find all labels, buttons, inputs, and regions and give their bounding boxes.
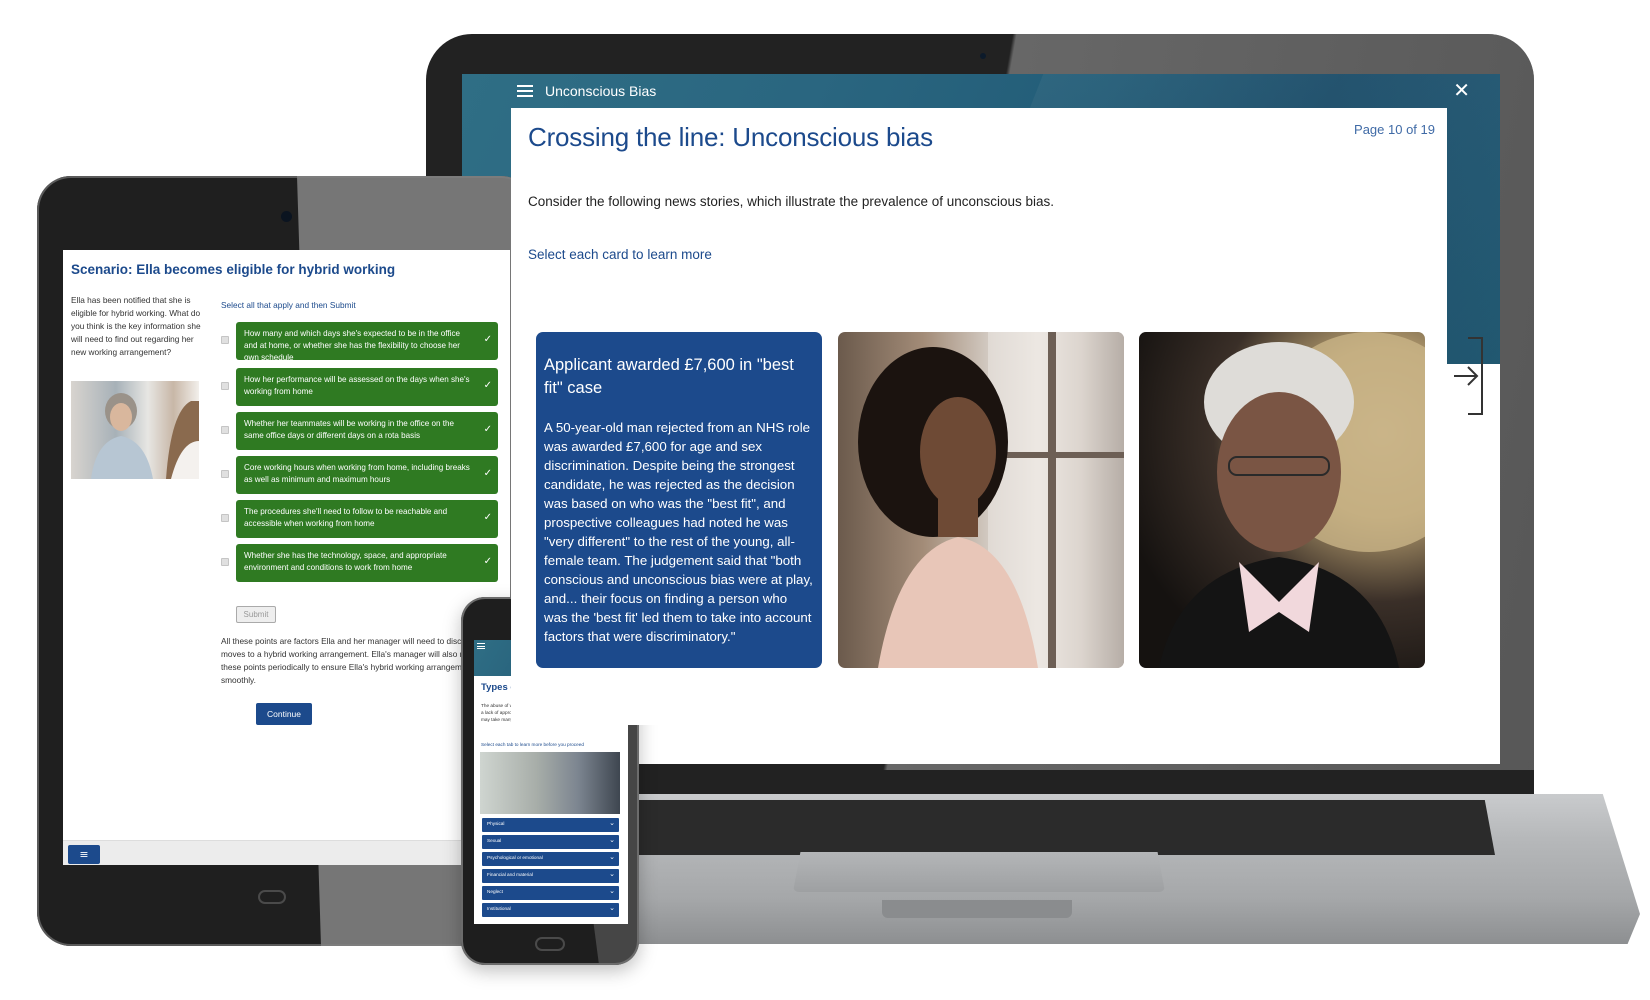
scenario-prompt: Ella has been notified that she is eligi… bbox=[71, 295, 201, 357]
page-title: Crossing the line: Unconscious bias bbox=[528, 122, 933, 152]
page-counter: Page 10 of 19 bbox=[1354, 122, 1435, 137]
option-label: Core working hours when working from hom… bbox=[244, 463, 470, 484]
chevron-down-icon: ⌄ bbox=[609, 836, 615, 844]
tab-label: Physical bbox=[487, 821, 505, 826]
option-button[interactable]: The procedures she'll need to follow to … bbox=[236, 500, 498, 538]
chevron-down-icon: ⌄ bbox=[609, 853, 615, 861]
news-card-best-fit[interactable]: Applicant awarded £7,600 in "best fit" c… bbox=[536, 332, 822, 668]
laptop-notch bbox=[882, 900, 1072, 918]
tab-physical[interactable]: Physical ⌄ bbox=[482, 818, 619, 832]
option-button[interactable]: Whether her teammates will be working in… bbox=[236, 412, 498, 450]
tab-label: Sexual bbox=[487, 838, 502, 843]
news-card-judge[interactable] bbox=[1139, 332, 1425, 668]
instruction-text: Select each card to learn more bbox=[528, 247, 712, 262]
chevron-down-icon: ⌄ bbox=[609, 887, 615, 895]
scenario-photo bbox=[71, 381, 199, 479]
laptop-screen: Unconscious Bias ✕ Crossing the line: Un… bbox=[462, 74, 1500, 764]
tab-label: Psychological or emotional bbox=[487, 855, 543, 860]
option-row: How many and which days she's expected t… bbox=[221, 322, 501, 362]
hamburger-icon[interactable] bbox=[517, 85, 533, 97]
option-button[interactable]: How many and which days she's expected t… bbox=[236, 322, 498, 362]
checkmark-icon: ✓ bbox=[483, 424, 492, 435]
chevron-down-icon: ⌄ bbox=[609, 870, 615, 878]
tab-neglect[interactable]: Neglect ⌄ bbox=[482, 886, 619, 900]
option-button[interactable]: Whether she has the technology, space, a… bbox=[236, 544, 498, 582]
tab-label: Neglect bbox=[487, 889, 503, 894]
submit-button[interactable]: Submit bbox=[236, 606, 276, 623]
option-checkbox[interactable] bbox=[221, 558, 229, 566]
card-heading: Applicant awarded £7,600 in "best fit" c… bbox=[544, 356, 794, 397]
option-button[interactable]: Core working hours when working from hom… bbox=[236, 456, 498, 494]
hamburger-icon[interactable] bbox=[477, 643, 485, 649]
option-label: How her performance will be assessed on … bbox=[244, 375, 470, 396]
chevron-down-icon: ⌄ bbox=[609, 819, 615, 827]
content-panel: Crossing the line: Unconscious bias Page… bbox=[511, 108, 1447, 725]
intro-text: Consider the following news stories, whi… bbox=[528, 194, 1055, 209]
select-instruction: Select all that apply and then Submit bbox=[221, 300, 356, 310]
checkmark-icon: ✓ bbox=[483, 512, 492, 523]
tablet-screen: Scenario: Ella becomes eligible for hybr… bbox=[63, 250, 510, 865]
scenario-heading: Scenario: Ella becomes eligible for hybr… bbox=[71, 262, 396, 277]
news-card-woman-window[interactable] bbox=[838, 332, 1124, 668]
checkmark-icon: ✓ bbox=[483, 556, 492, 567]
next-arrow-icon[interactable] bbox=[1452, 336, 1486, 416]
judge-photo bbox=[1159, 332, 1425, 668]
meeting-photo bbox=[91, 393, 199, 479]
menu-button[interactable]: ≡ bbox=[68, 845, 100, 864]
checkmark-icon: ✓ bbox=[483, 334, 492, 345]
option-row: Whether she has the technology, space, a… bbox=[221, 544, 501, 582]
tab-financial[interactable]: Financial and material ⌄ bbox=[482, 869, 619, 883]
continue-button[interactable]: Continue bbox=[256, 703, 312, 725]
option-label: Whether she has the technology, space, a… bbox=[244, 551, 447, 572]
card-body: A 50-year-old man rejected from an NHS r… bbox=[544, 420, 813, 644]
phone-instruction: Select each tab to learn more before you… bbox=[481, 742, 584, 747]
option-checkbox[interactable] bbox=[221, 382, 229, 390]
tablet-home-button[interactable] bbox=[258, 890, 286, 904]
tab-institutional[interactable]: Institutional ⌄ bbox=[482, 903, 619, 917]
option-label: How many and which days she's expected t… bbox=[244, 329, 461, 362]
option-checkbox[interactable] bbox=[221, 336, 229, 344]
woman-photo bbox=[858, 332, 1124, 668]
option-checkbox[interactable] bbox=[221, 470, 229, 478]
option-row: The procedures she'll need to follow to … bbox=[221, 500, 501, 538]
option-row: How her performance will be assessed on … bbox=[221, 368, 501, 406]
chevron-down-icon: ⌄ bbox=[609, 904, 615, 912]
tab-sexual[interactable]: Sexual ⌄ bbox=[482, 835, 619, 849]
option-button[interactable]: How her performance will be assessed on … bbox=[236, 368, 498, 406]
option-row: Whether her teammates will be working in… bbox=[221, 412, 501, 450]
checkmark-icon: ✓ bbox=[483, 468, 492, 479]
tab-label: Financial and material bbox=[487, 872, 533, 877]
laptop-camera bbox=[980, 53, 986, 59]
option-checkbox[interactable] bbox=[221, 426, 229, 434]
checkmark-icon: ✓ bbox=[483, 380, 492, 391]
close-icon[interactable]: ✕ bbox=[1453, 80, 1470, 100]
tab-label: Institutional bbox=[487, 906, 511, 911]
option-label: The procedures she'll need to follow to … bbox=[244, 507, 448, 528]
option-checkbox[interactable] bbox=[221, 514, 229, 522]
app-topbar: Unconscious Bias ✕ bbox=[462, 74, 1500, 108]
tablet-footer: ≡ bbox=[63, 840, 510, 865]
option-label: Whether her teammates will be working in… bbox=[244, 419, 454, 440]
tablet-camera bbox=[281, 211, 292, 222]
abuse-photo bbox=[480, 752, 620, 814]
app-title: Unconscious Bias bbox=[545, 83, 657, 99]
trackpad bbox=[793, 852, 1165, 892]
option-row: Core working hours when working from hom… bbox=[221, 456, 501, 494]
tab-psychological[interactable]: Psychological or emotional ⌄ bbox=[482, 852, 619, 866]
phone-home-button[interactable] bbox=[535, 937, 565, 951]
